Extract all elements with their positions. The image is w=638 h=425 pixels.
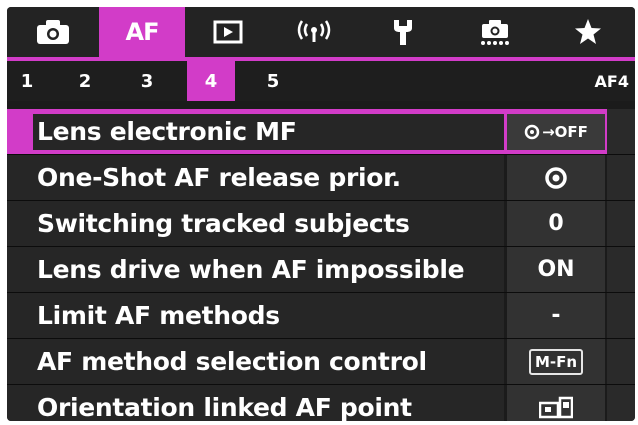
menu-item-label: Lens drive when AF impossible: [37, 255, 465, 284]
menu-item-value: →OFF: [507, 114, 605, 150]
menu-item-label: Switching tracked subjects: [37, 209, 410, 238]
custom-function-icon: [481, 20, 509, 45]
menu-item-value: -: [507, 293, 605, 338]
orientation-linked-icon: [539, 396, 573, 418]
focus-priority-icon: [545, 166, 567, 189]
menu-item-lens-drive-af-impossible[interactable]: Lens drive when AF impossible ON: [7, 247, 635, 293]
row-label-cell: Limit AF methods: [7, 293, 504, 338]
row-label-cell: Lens electronic MF: [33, 114, 504, 150]
tab-af[interactable]: AF: [99, 7, 185, 57]
tab-af-label: AF: [125, 18, 160, 46]
star-icon: [575, 19, 601, 44]
menu-item-value: [507, 385, 605, 421]
playback-icon: [213, 20, 243, 44]
scroll-track: [607, 293, 635, 338]
scroll-track: [607, 109, 635, 154]
menu-item-label: Orientation linked AF point: [37, 393, 412, 421]
menu-item-switching-tracked-subjects[interactable]: Switching tracked subjects 0: [7, 201, 635, 247]
row-label-cell: Switching tracked subjects: [7, 201, 504, 246]
sub-tab-bar: 1 2 3 4 5 AF4: [7, 61, 635, 101]
subtab-4[interactable]: 4: [187, 61, 235, 101]
row-label-cell: Lens drive when AF impossible: [7, 247, 504, 292]
wireless-icon: [297, 20, 331, 42]
menu-item-value-text: →OFF: [542, 123, 588, 141]
row-label-cell: AF method selection control: [7, 339, 504, 384]
subtab-3[interactable]: 3: [135, 61, 159, 101]
subtab-1[interactable]: 1: [15, 61, 39, 101]
scroll-track: [607, 155, 635, 200]
menu-item-one-shot-af-release[interactable]: One-Shot AF release prior.: [7, 155, 635, 201]
menu-item-lens-electronic-mf[interactable]: Lens electronic MF →OFF: [7, 109, 635, 155]
tab-my-menu[interactable]: [541, 7, 635, 57]
menu-item-value: M-Fn: [507, 339, 605, 384]
page-code: AF4: [594, 71, 629, 91]
tab-wireless[interactable]: [271, 7, 357, 57]
menu-item-value: [507, 155, 605, 200]
m-fn-badge: M-Fn: [528, 348, 584, 375]
tab-playback[interactable]: [185, 7, 271, 57]
menu-item-orientation-linked-af-point[interactable]: Orientation linked AF point: [7, 385, 635, 421]
menu-item-value: ON: [507, 247, 605, 292]
main-tab-bar: AF: [7, 7, 635, 57]
focus-ring-icon: [524, 124, 540, 140]
scroll-track: [607, 201, 635, 246]
subtab-2[interactable]: 2: [73, 61, 97, 101]
row-label-cell: One-Shot AF release prior.: [7, 155, 504, 200]
scroll-track: [607, 339, 635, 384]
subtab-5[interactable]: 5: [261, 61, 285, 101]
tab-shooting[interactable]: [7, 7, 99, 57]
tab-custom-functions[interactable]: [449, 7, 541, 57]
wrench-icon: [394, 20, 412, 45]
camera-menu-screen: AF 1 2 3 4 5 AF4 Lens electronic MF →OFF…: [7, 7, 635, 421]
camera-icon: [37, 20, 69, 44]
menu-item-label: Lens electronic MF: [37, 117, 297, 146]
scroll-track: [607, 247, 635, 292]
menu-list: Lens electronic MF →OFF One-Shot AF rele…: [7, 109, 635, 421]
menu-item-af-method-selection-control[interactable]: AF method selection control M-Fn: [7, 339, 635, 385]
menu-item-label: Limit AF methods: [37, 301, 280, 330]
row-label-cell: Orientation linked AF point: [7, 385, 504, 421]
menu-item-label: One-Shot AF release prior.: [37, 163, 401, 192]
menu-item-limit-af-methods[interactable]: Limit AF methods -: [7, 293, 635, 339]
scroll-track: [607, 385, 635, 421]
tab-setup[interactable]: [357, 7, 449, 57]
menu-item-value: 0: [507, 201, 605, 246]
menu-item-label: AF method selection control: [37, 347, 427, 376]
